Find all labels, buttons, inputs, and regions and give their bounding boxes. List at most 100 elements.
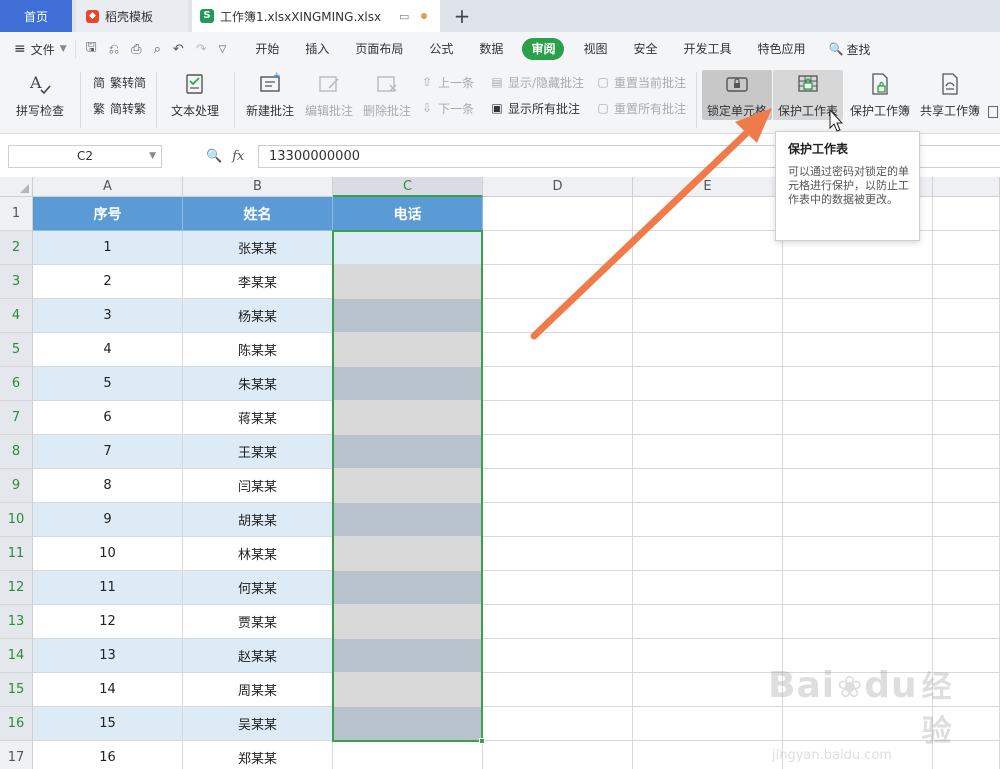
empty-cell[interactable] xyxy=(483,401,633,435)
empty-cell[interactable] xyxy=(483,265,633,299)
row-header[interactable]: 3 xyxy=(0,265,33,299)
redo-icon[interactable]: ↷ xyxy=(196,42,207,57)
column-header-a[interactable]: A xyxy=(33,177,183,197)
table-cell[interactable]: 王某某 xyxy=(183,435,333,469)
reset-all-comments-button[interactable]: ▢ 重置所有批注 xyxy=(596,98,686,118)
empty-cell[interactable] xyxy=(783,605,933,639)
phone-cell[interactable] xyxy=(333,231,483,265)
row-header[interactable]: 5 xyxy=(0,333,33,367)
empty-cell[interactable] xyxy=(783,469,933,503)
window-mode-icon[interactable]: ▭ xyxy=(399,10,409,23)
empty-cell[interactable] xyxy=(933,469,1000,503)
empty-cell[interactable] xyxy=(633,197,783,231)
phone-cell[interactable] xyxy=(333,571,483,605)
empty-cell[interactable] xyxy=(783,707,933,741)
table-cell[interactable]: 吴某某 xyxy=(183,707,333,741)
table-cell[interactable]: 林某某 xyxy=(183,537,333,571)
empty-cell[interactable] xyxy=(483,639,633,673)
table-cell[interactable]: 12 xyxy=(33,605,183,639)
empty-cell[interactable] xyxy=(483,741,633,769)
share-workbook-button[interactable]: 共享工作簿 xyxy=(916,66,984,119)
empty-cell[interactable] xyxy=(783,435,933,469)
table-header-cell[interactable]: 电话 xyxy=(333,197,483,231)
show-hide-comment-button[interactable]: ▤ 显示/隐藏批注 xyxy=(490,72,584,92)
empty-cell[interactable] xyxy=(933,231,1000,265)
empty-cell[interactable] xyxy=(483,299,633,333)
empty-cell[interactable] xyxy=(933,299,1000,333)
row-header[interactable]: 1 xyxy=(0,197,33,231)
table-cell[interactable]: 蒋某某 xyxy=(183,401,333,435)
print-preview-icon[interactable]: ⌕ xyxy=(154,42,161,57)
empty-cell[interactable] xyxy=(783,401,933,435)
table-cell[interactable]: 15 xyxy=(33,707,183,741)
menu-tab-security[interactable]: 安全 xyxy=(620,38,670,60)
table-cell[interactable]: 11 xyxy=(33,571,183,605)
row-header[interactable]: 16 xyxy=(0,707,33,741)
table-cell[interactable]: 李某某 xyxy=(183,265,333,299)
empty-cell[interactable] xyxy=(483,605,633,639)
table-cell[interactable]: 周某某 xyxy=(183,673,333,707)
table-cell[interactable]: 5 xyxy=(33,367,183,401)
empty-cell[interactable] xyxy=(633,469,783,503)
empty-cell[interactable] xyxy=(783,741,933,769)
table-cell[interactable]: 2 xyxy=(33,265,183,299)
undo-icon[interactable]: ↶ xyxy=(173,42,184,57)
column-header-blank[interactable] xyxy=(933,177,1000,197)
empty-cell[interactable] xyxy=(933,401,1000,435)
table-cell[interactable]: 7 xyxy=(33,435,183,469)
table-header-cell[interactable]: 序号 xyxy=(33,197,183,231)
prev-comment-button[interactable]: ⇧ 上一条 xyxy=(420,72,474,92)
row-header[interactable]: 12 xyxy=(0,571,33,605)
empty-cell[interactable] xyxy=(933,435,1000,469)
phone-cell[interactable] xyxy=(333,333,483,367)
empty-cell[interactable] xyxy=(783,639,933,673)
empty-cell[interactable] xyxy=(633,265,783,299)
empty-cell[interactable] xyxy=(933,741,1000,769)
empty-cell[interactable] xyxy=(483,367,633,401)
table-cell[interactable]: 朱某某 xyxy=(183,367,333,401)
menu-tab-formula[interactable]: 公式 xyxy=(416,38,466,60)
tab-home[interactable]: 首页 xyxy=(0,0,72,32)
empty-cell[interactable] xyxy=(483,673,633,707)
menu-tab-developer[interactable]: 开发工具 xyxy=(670,38,744,60)
empty-cell[interactable] xyxy=(783,537,933,571)
empty-cell[interactable] xyxy=(483,435,633,469)
row-header[interactable]: 14 xyxy=(0,639,33,673)
menu-tab-data[interactable]: 数据 xyxy=(466,38,516,60)
empty-cell[interactable] xyxy=(483,469,633,503)
table-cell[interactable]: 赵某某 xyxy=(183,639,333,673)
phone-cell[interactable] xyxy=(333,435,483,469)
menu-tab-home[interactable]: 开始 xyxy=(242,38,292,60)
empty-cell[interactable] xyxy=(933,605,1000,639)
empty-cell[interactable] xyxy=(933,503,1000,537)
row-header[interactable]: 2 xyxy=(0,231,33,265)
print-icon[interactable]: ⎙ xyxy=(131,42,141,57)
empty-cell[interactable] xyxy=(633,435,783,469)
table-cell[interactable]: 10 xyxy=(33,537,183,571)
menu-tab-view[interactable]: 视图 xyxy=(570,38,620,60)
table-cell[interactable]: 杨某某 xyxy=(183,299,333,333)
simp-to-trad-button[interactable]: 繁 简转繁 xyxy=(92,98,146,118)
empty-cell[interactable] xyxy=(783,299,933,333)
empty-cell[interactable] xyxy=(633,231,783,265)
tab-template[interactable]: ◆ 稻壳模板 xyxy=(76,0,188,32)
menu-tab-page-layout[interactable]: 页面布局 xyxy=(342,38,416,60)
row-header[interactable]: 13 xyxy=(0,605,33,639)
empty-cell[interactable] xyxy=(633,707,783,741)
row-header[interactable]: 4 xyxy=(0,299,33,333)
empty-cell[interactable] xyxy=(933,333,1000,367)
phone-cell[interactable] xyxy=(333,299,483,333)
row-header[interactable]: 6 xyxy=(0,367,33,401)
empty-cell[interactable] xyxy=(633,741,783,769)
empty-cell[interactable] xyxy=(633,401,783,435)
phone-cell[interactable] xyxy=(333,537,483,571)
empty-cell[interactable] xyxy=(783,265,933,299)
format-painter-icon[interactable]: ⎌ xyxy=(109,42,119,57)
empty-cell[interactable] xyxy=(483,333,633,367)
table-cell[interactable]: 13 xyxy=(33,639,183,673)
menu-tab-insert[interactable]: 插入 xyxy=(292,38,342,60)
table-cell[interactable]: 张某某 xyxy=(183,231,333,265)
lock-cells-button[interactable]: 锁定单元格 xyxy=(703,66,771,119)
table-cell[interactable]: 1 xyxy=(33,231,183,265)
empty-cell[interactable] xyxy=(933,639,1000,673)
